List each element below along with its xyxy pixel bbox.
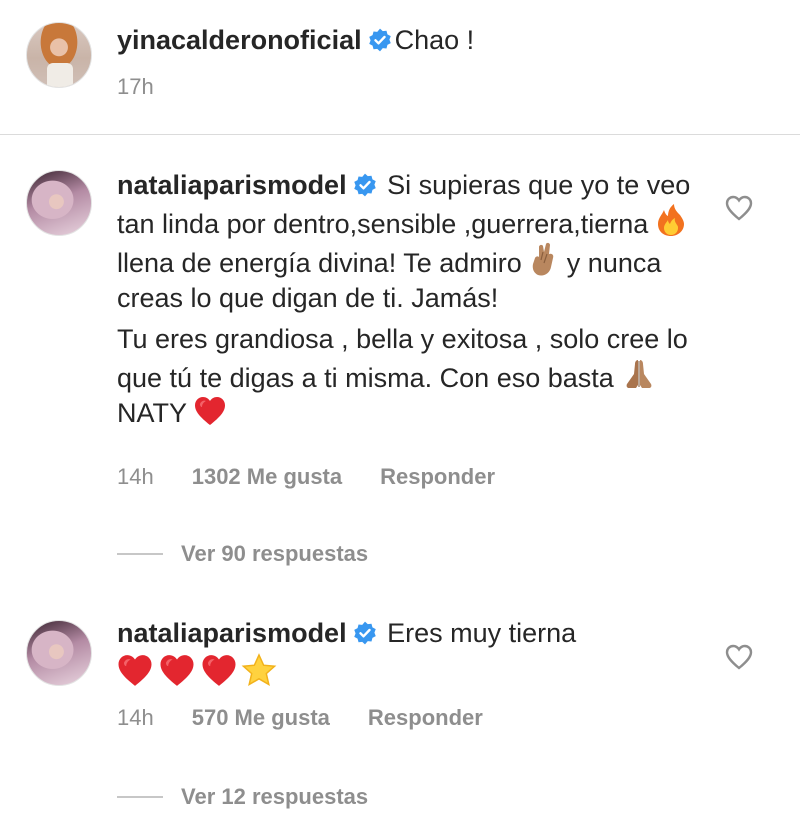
username[interactable]: yinacalderonoficial (117, 25, 362, 55)
folded-hands-icon (626, 360, 652, 388)
like-heart-icon[interactable] (725, 195, 753, 221)
avatar[interactable] (26, 620, 92, 686)
view-replies-button[interactable]: Ver 90 respuestas (117, 541, 368, 567)
view-replies-label: Ver 90 respuestas (181, 541, 369, 566)
comment-text-part: Tu eres grandiosa , bella y exitosa , so… (117, 324, 688, 393)
post-caption: Chao ! (394, 25, 475, 55)
fire-icon (657, 204, 684, 236)
divider (0, 134, 800, 135)
like-count[interactable]: 1302 Me gusta (192, 464, 342, 490)
replies-divider-line (117, 553, 163, 555)
like-count[interactable]: 570 Me gusta (192, 705, 330, 731)
comment-text-part: Eres muy tierna (387, 618, 577, 648)
comment-text: nataliaparismodel Si supieras que yo te … (117, 168, 697, 431)
comment-text: nataliaparismodel Eres muy tierna (117, 616, 697, 692)
avatar[interactable] (26, 22, 92, 88)
comment-text-part: llena de energía divina! Te admiro (117, 248, 522, 278)
comment-timestamp: 14h (117, 705, 154, 730)
verified-badge-icon (353, 621, 377, 645)
username[interactable]: nataliaparismodel (117, 618, 347, 648)
star-icon (241, 653, 277, 687)
like-heart-icon[interactable] (725, 644, 753, 670)
post-caption-line: yinacalderonoficial Chao ! (117, 22, 474, 58)
red-heart-icon (159, 654, 195, 687)
comment-meta: 14h 570 Me gusta Responder (117, 705, 483, 731)
reply-button[interactable]: Responder (380, 464, 495, 490)
red-heart-icon (194, 396, 226, 426)
crossed-fingers-icon (533, 242, 554, 276)
verified-badge-icon (353, 173, 377, 197)
comment-text-part: NATY (117, 398, 187, 428)
comment-meta: 14h 1302 Me gusta Responder (117, 464, 495, 490)
reply-button[interactable]: Responder (368, 705, 483, 731)
red-heart-icon (117, 654, 153, 687)
verified-badge-icon (368, 28, 392, 52)
post-timestamp: 17h (117, 74, 154, 99)
username[interactable]: nataliaparismodel (117, 170, 347, 200)
view-replies-label: Ver 12 respuestas (181, 784, 369, 809)
avatar[interactable] (26, 170, 92, 236)
replies-divider-line (117, 796, 163, 798)
view-replies-button[interactable]: Ver 12 respuestas (117, 784, 368, 810)
comment-timestamp: 14h (117, 464, 154, 489)
red-heart-icon (201, 654, 237, 687)
